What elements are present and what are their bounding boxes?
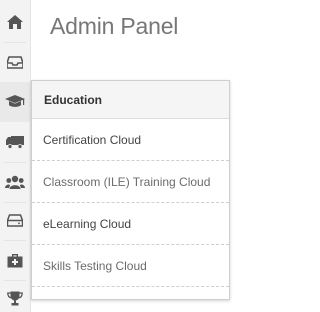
sidebar-item-awards[interactable]: [0, 278, 30, 312]
sidebar-item-education[interactable]: [0, 82, 30, 122]
trophy-icon: [7, 291, 23, 306]
dropdown-header: Education: [32, 81, 229, 119]
sidebar-item-storage[interactable]: [0, 200, 30, 240]
home-icon: [7, 15, 23, 29]
page-title: Admin Panel: [50, 13, 179, 39]
menu-item-elearning-cloud[interactable]: eLearning Cloud: [32, 203, 229, 245]
sidebar-item-logistics[interactable]: [0, 122, 30, 162]
sidebar-item-home[interactable]: [0, 2, 30, 42]
users-icon: [5, 175, 25, 190]
graduation-cap-icon: [5, 95, 25, 109]
admin-app: Admin Panel Education Certification Clou…: [0, 0, 292, 312]
education-dropdown-menu: Education Certification Cloud Classroom …: [31, 80, 230, 300]
sidebar-item-users[interactable]: [0, 162, 30, 202]
sidebar-item-inbox[interactable]: [0, 42, 30, 82]
hard-drive-icon: [7, 213, 23, 227]
sidebar-item-medical[interactable]: [0, 240, 30, 280]
menu-item-skills-testing-cloud[interactable]: Skills Testing Cloud: [32, 245, 229, 287]
menu-item-certification-cloud[interactable]: Certification Cloud: [32, 119, 229, 161]
medkit-icon: [7, 253, 23, 268]
menu-item-classroom-training-cloud[interactable]: Classroom (ILE) Training Cloud: [32, 161, 229, 203]
sidebar: [0, 0, 31, 312]
inbox-icon: [7, 55, 23, 69]
truck-icon: [6, 135, 24, 149]
